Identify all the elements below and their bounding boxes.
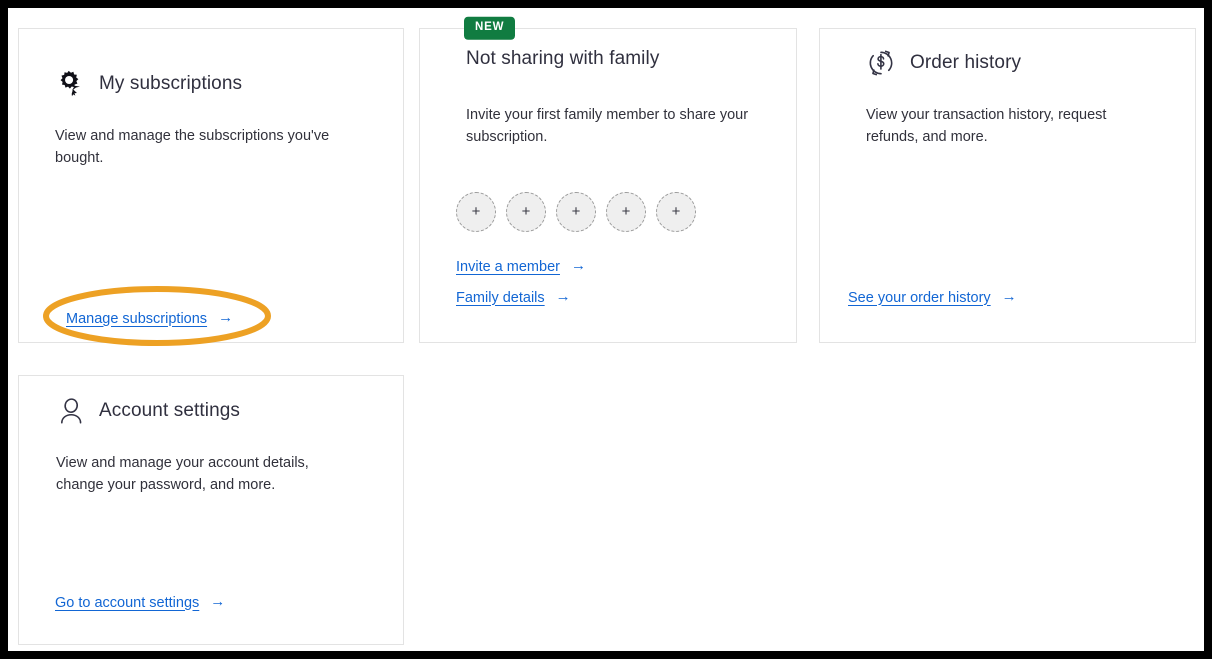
card-header-my-subscriptions: My subscriptions: [55, 69, 242, 99]
add-family-member-slot[interactable]: +: [456, 192, 496, 232]
see-order-history-link-label: See your order history: [848, 289, 991, 306]
family-member-slots: + + + + +: [456, 192, 696, 232]
invite-a-member-link-label: Invite a member: [456, 258, 560, 275]
card-description: View and manage the subscriptions you've…: [55, 128, 330, 166]
plus-icon: +: [621, 203, 631, 220]
plus-icon: +: [571, 203, 581, 220]
add-family-member-slot[interactable]: +: [606, 192, 646, 232]
invite-a-member-link[interactable]: Invite a member →: [456, 257, 586, 275]
card-title: Account settings: [99, 400, 241, 421]
go-to-account-settings-link-label: Go to account settings: [55, 594, 200, 611]
go-to-account-settings-link[interactable]: Go to account settings →: [55, 593, 226, 611]
card-title: Order history: [910, 52, 1022, 73]
arrow-right-icon: →: [570, 257, 586, 274]
card-description: Invite your first family member to share…: [466, 107, 749, 145]
dollar-refund-history-icon: [869, 50, 893, 76]
see-order-history-link[interactable]: See your order history →: [848, 288, 1017, 306]
add-family-member-slot[interactable]: +: [556, 192, 596, 232]
arrow-right-icon: →: [218, 309, 234, 326]
plus-icon: +: [521, 203, 531, 220]
manage-subscriptions-link-label: Manage subscriptions: [66, 310, 208, 327]
arrow-right-icon: →: [555, 288, 571, 305]
card-title: Not sharing with family: [466, 48, 660, 69]
card-description: View and manage your account details, ch…: [56, 455, 309, 493]
card-header-account-settings: Account settings: [56, 396, 240, 426]
manage-subscriptions-link[interactable]: Manage subscriptions →: [66, 309, 234, 327]
card-header-order-history: Order history: [866, 48, 1021, 78]
page-content-area: My subscriptions View and manage the sub…: [8, 8, 1204, 651]
arrow-right-icon: →: [1001, 288, 1017, 305]
arrow-right-icon: →: [210, 593, 226, 610]
card-my-subscriptions: My subscriptions View and manage the sub…: [18, 28, 404, 346]
plus-icon: +: [471, 203, 481, 220]
family-details-link[interactable]: Family details →: [456, 288, 571, 306]
person-account-icon: [61, 398, 82, 424]
card-description: View your transaction history, request r…: [866, 107, 1107, 145]
family-details-link-label: Family details: [456, 289, 545, 306]
gear-subscription-icon: [60, 70, 80, 97]
add-family-member-slot[interactable]: +: [656, 192, 696, 232]
status-badge-new: NEW: [464, 16, 516, 40]
card-title: My subscriptions: [99, 73, 243, 94]
card-header-family-sharing: Not sharing with family: [466, 48, 659, 70]
add-family-member-slot[interactable]: +: [506, 192, 546, 232]
plus-icon: +: [671, 203, 681, 220]
